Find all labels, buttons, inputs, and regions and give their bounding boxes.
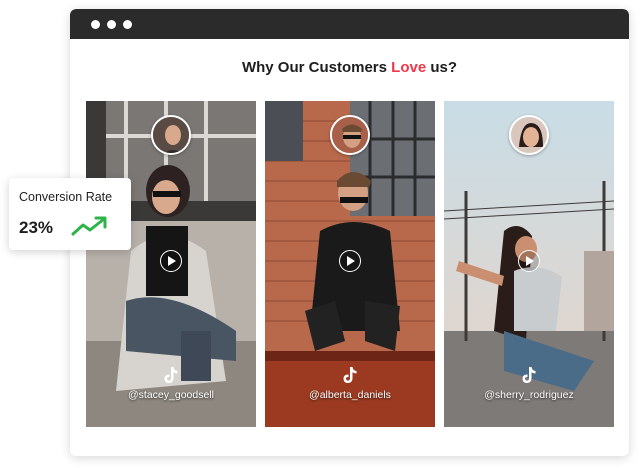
conversion-rate-label: Conversion Rate	[19, 190, 113, 204]
window-titlebar	[70, 9, 629, 39]
window-dot-icon	[91, 19, 100, 29]
browser-window: Why Our Customers Love us? @stacey_goods…	[70, 9, 629, 456]
tiktok-icon	[522, 367, 536, 383]
video-card[interactable]: @sherry_rodriguez	[444, 101, 614, 427]
avatar	[151, 115, 191, 155]
avatar	[509, 115, 549, 155]
trend-up-icon	[71, 216, 107, 236]
window-dot-icon	[123, 19, 132, 29]
heading-suffix: us?	[426, 59, 458, 76]
video-card[interactable]: @alberta_daniels	[265, 101, 435, 427]
section-heading: Why Our Customers Love us?	[70, 59, 629, 76]
creator-handle[interactable]: @alberta_daniels	[265, 389, 435, 401]
play-icon[interactable]	[518, 250, 540, 272]
heading-accent: Love	[391, 59, 427, 76]
tiktok-icon	[164, 367, 178, 383]
conversion-rate-value: 23%	[19, 218, 54, 237]
avatar	[330, 115, 370, 155]
play-icon[interactable]	[339, 250, 361, 272]
window-dot-icon	[107, 19, 116, 29]
heading-prefix: Why Our Customers	[241, 59, 392, 76]
tiktok-icon	[343, 367, 357, 383]
creator-handle[interactable]: @stacey_goodsell	[86, 389, 256, 401]
creator-handle[interactable]: @sherry_rodriguez	[444, 389, 614, 401]
play-icon[interactable]	[160, 250, 182, 272]
conversion-rate-card: Conversion Rate 23%	[9, 178, 131, 250]
video-card[interactable]: @stacey_goodsell	[86, 101, 256, 427]
